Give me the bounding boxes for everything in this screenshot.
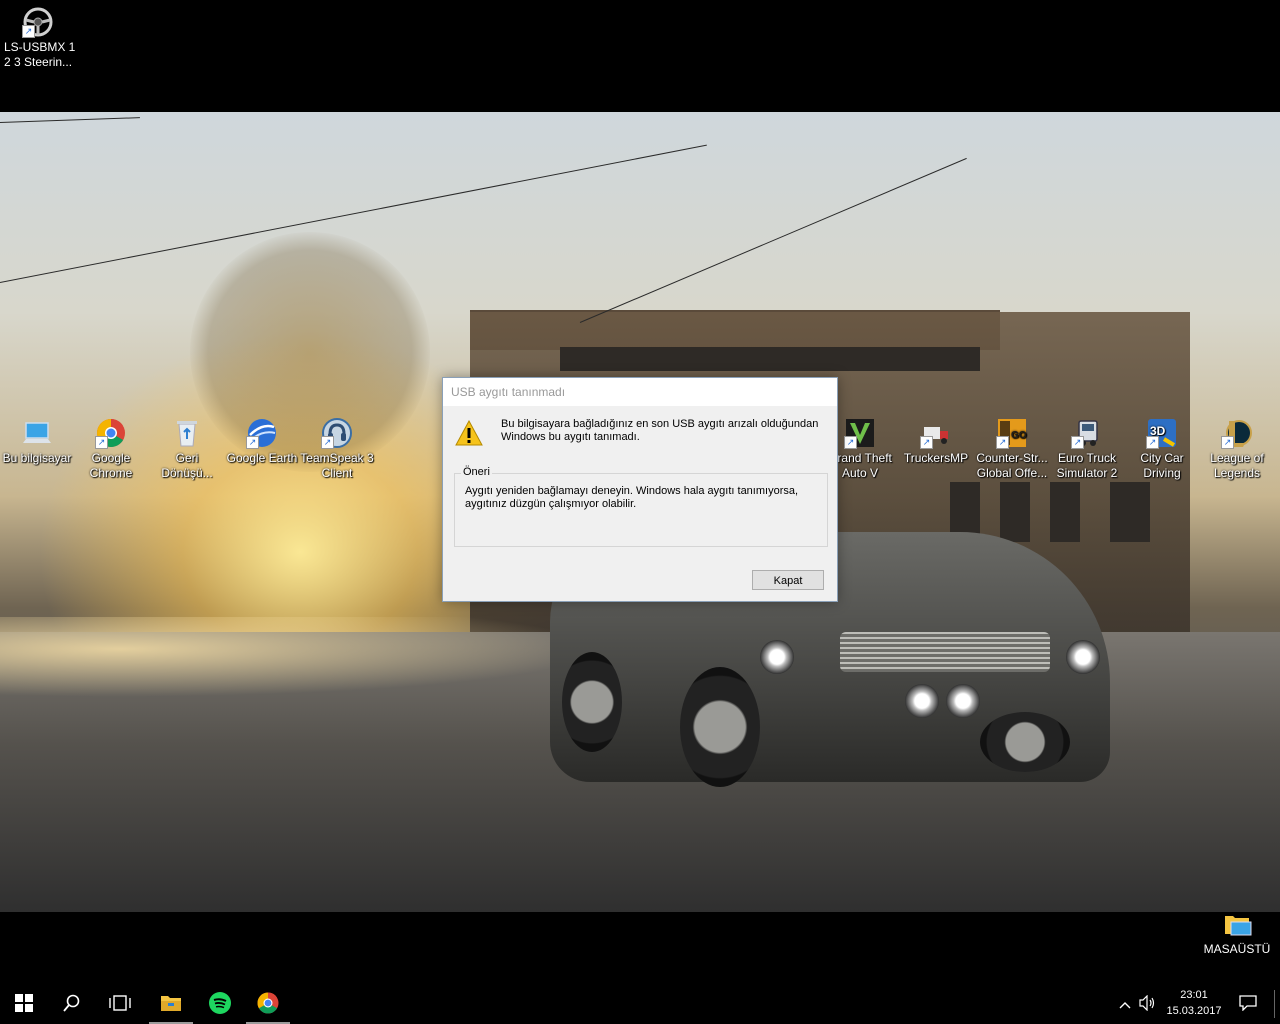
task-view-button[interactable]: [96, 984, 144, 1024]
close-button[interactable]: Kapat: [752, 570, 824, 590]
desktop-icon-label: LS-USBMX 1: [4, 40, 76, 54]
desktop-icon-teamspeak[interactable]: ↗ TeamSpeak 3 Client: [300, 417, 374, 481]
computer-icon: [21, 417, 53, 449]
taskbar-spotify[interactable]: [196, 984, 244, 1024]
suggestion-group-label: Öneri: [461, 466, 492, 478]
desktop-icon-label: Google Earth: [226, 451, 298, 465]
desktop-icon-masaustu[interactable]: MASAÜSTÜ: [1200, 908, 1274, 957]
volume-button[interactable]: [1137, 984, 1159, 1024]
steering-wheel-icon: ↗: [22, 6, 54, 38]
csgo-icon: GO ↗: [996, 417, 1028, 449]
action-center-button[interactable]: [1236, 984, 1260, 1024]
notification-icon: [1239, 994, 1257, 1014]
taskbar: 23:01 15.03.2017: [0, 984, 1280, 1024]
euro-truck-icon: ↗: [1071, 417, 1103, 449]
desktop-icon-label: TruckersMP: [903, 451, 969, 465]
desktop-icon-label: MASAÜSTÜ: [1203, 942, 1271, 956]
clock[interactable]: 23:01 15.03.2017: [1158, 987, 1230, 1019]
teamspeak-icon: ↗: [321, 417, 353, 449]
desktop-icon-google-chrome[interactable]: ↗ Google Chrome: [74, 417, 148, 481]
suggestion-line: aygıtınız düzgün çalışmıyor olabilir.: [465, 498, 637, 510]
desktop-icon-ls-usbmx[interactable]: ↗ LS-USBMX 1 2 3 Steerin...: [0, 6, 78, 70]
usb-error-dialog: USB aygıtı tanınmadı Bu bilgisayara bağl…: [442, 377, 838, 602]
dialog-title[interactable]: USB aygıtı tanınmadı: [443, 378, 837, 406]
desktop-icon-csgo[interactable]: GO ↗ Counter-Str... Global Offe...: [975, 417, 1049, 481]
svg-text:GO: GO: [1011, 430, 1027, 441]
task-view-icon: [109, 994, 131, 1014]
show-hidden-icons-button[interactable]: [1114, 984, 1136, 1024]
recycle-bin-icon: [171, 417, 203, 449]
clock-time: 23:01: [1180, 989, 1208, 1001]
chevron-up-icon: [1119, 996, 1131, 1012]
chrome-icon: [256, 991, 280, 1018]
dialog-message-line: Bu bilgisayara bağladığınız en son USB a…: [501, 418, 819, 430]
show-desktop-button[interactable]: [1274, 990, 1275, 1018]
desktop-icon-bu-bilgisayar[interactable]: Bu bilgisayar: [0, 417, 74, 466]
taskbar-file-explorer[interactable]: [147, 984, 195, 1024]
search-button[interactable]: [48, 984, 96, 1024]
dialog-message-line: Windows bu aygıtı tanımadı.: [501, 431, 640, 443]
desktop-icon-label: Geri Dönüşü...: [161, 451, 213, 480]
desktop-icon-label: 2 3 Steerin...: [4, 55, 73, 69]
clock-date: 15.03.2017: [1166, 1005, 1222, 1017]
desktop-icon-euro-truck[interactable]: ↗ Euro Truck Simulator 2: [1050, 417, 1124, 481]
volume-icon: [1139, 994, 1157, 1014]
desktop-icon-league-of-legends[interactable]: ↗ League of Legends: [1200, 417, 1274, 481]
dialog-message: Bu bilgisayara bağladığınız en son USB a…: [501, 418, 821, 444]
desktop-icon-label: TeamSpeak 3 Client: [300, 451, 374, 480]
chrome-icon: ↗: [95, 417, 127, 449]
desktop-icon-label: Google Chrome: [89, 451, 133, 480]
truckersmp-icon: ↗: [920, 417, 952, 449]
city-car-driving-icon: 3D ↗: [1146, 417, 1178, 449]
desktop-icon-label: Counter-Str... Global Offe...: [976, 451, 1048, 480]
top-black-band: [0, 0, 1280, 112]
desktop-icon-city-car-driving[interactable]: 3D ↗ City Car Driving: [1125, 417, 1199, 481]
start-button[interactable]: [0, 984, 48, 1024]
suggestion-line: Aygıtı yeniden bağlamayı deneyin. Window…: [465, 485, 799, 497]
desktop-icon-truckersmp[interactable]: ↗ TruckersMP: [899, 417, 973, 466]
search-icon: [63, 994, 81, 1015]
desktop-icon-label: Bu bilgisayar: [2, 451, 72, 465]
google-earth-icon: ↗: [246, 417, 278, 449]
desktop-icon-label: League of Legends: [1210, 451, 1264, 480]
file-explorer-icon: [160, 994, 182, 1015]
bottom-black-band: [0, 912, 1280, 984]
gta-v-icon: ↗: [844, 417, 876, 449]
desktop-icon-geri-donusum[interactable]: Geri Dönüşü...: [150, 417, 224, 481]
suggestion-text: Aygıtı yeniden bağlamayı deneyin. Window…: [465, 485, 805, 511]
windows-start-icon: [15, 993, 33, 1015]
desktop-icon-label: City Car Driving: [1140, 451, 1184, 480]
spotify-icon: [208, 991, 232, 1018]
league-of-legends-icon: ↗: [1221, 417, 1253, 449]
desktop-folder-icon: [1221, 908, 1253, 940]
warning-icon: [455, 419, 483, 446]
desktop-icon-label: Euro Truck Simulator 2: [1056, 451, 1118, 480]
taskbar-chrome[interactable]: [244, 984, 292, 1024]
desktop-icon-google-earth[interactable]: ↗ Google Earth: [225, 417, 299, 466]
